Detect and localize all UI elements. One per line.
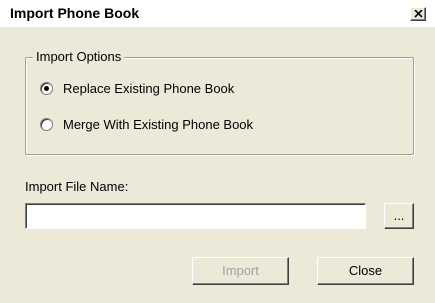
import-button[interactable]: Import (192, 257, 289, 285)
close-button[interactable]: Close (317, 257, 414, 285)
title-close-button[interactable] (410, 7, 426, 21)
import-phone-book-dialog: Import Phone Book Import Options Replace… (0, 0, 435, 303)
dialog-title: Import Phone Book (10, 5, 140, 21)
merge-radio[interactable] (40, 118, 53, 131)
merge-option-label[interactable]: Merge With Existing Phone Book (63, 116, 253, 134)
close-icon (414, 10, 423, 18)
import-options-legend: Import Options (33, 48, 125, 65)
title-bar: Import Phone Book (0, 0, 435, 27)
replace-radio[interactable] (40, 82, 53, 95)
import-options-group (25, 57, 414, 155)
radio-dot-icon (44, 86, 49, 91)
import-file-name-label: Import File Name: (25, 179, 129, 194)
import-file-name-input[interactable] (25, 203, 366, 229)
replace-option-label[interactable]: Replace Existing Phone Book (63, 80, 234, 98)
browse-button[interactable]: ... (384, 203, 414, 229)
